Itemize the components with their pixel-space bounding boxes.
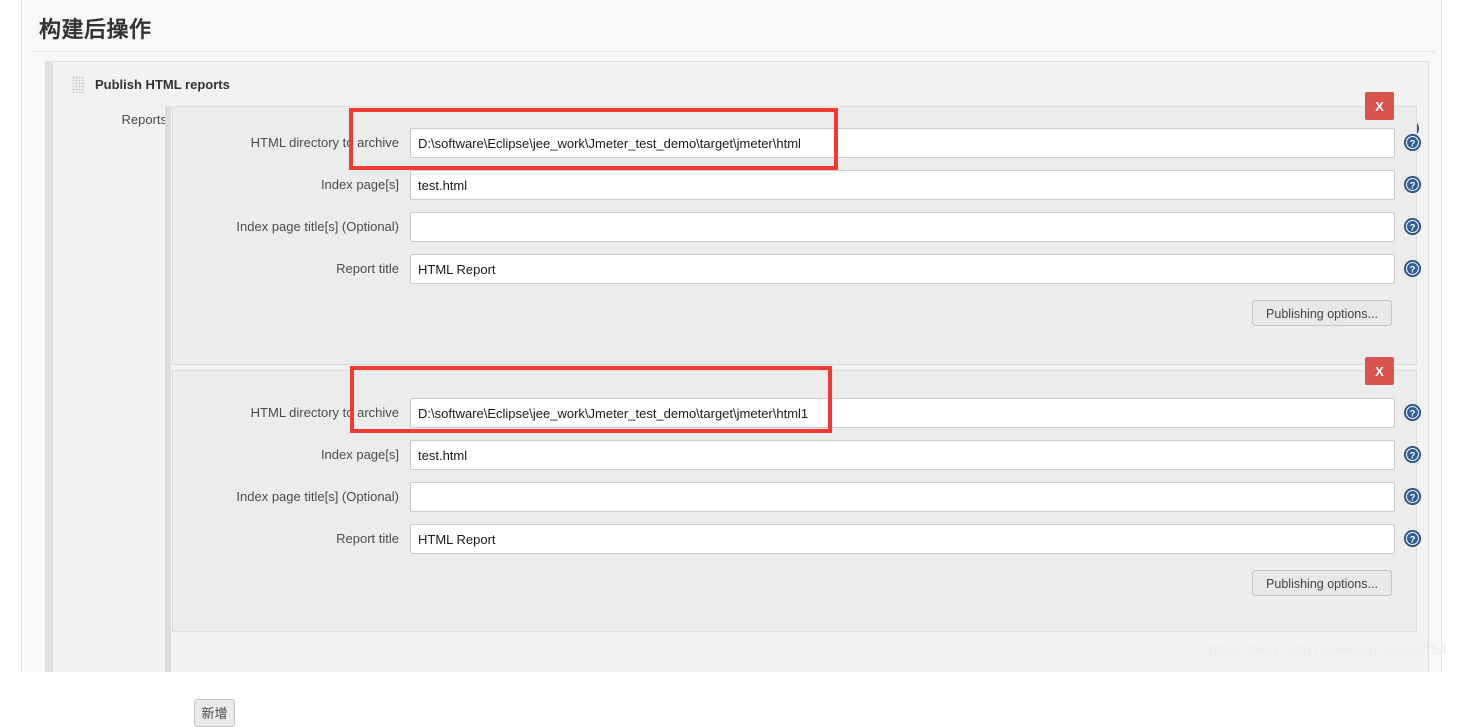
index-pages-input[interactable] bbox=[410, 170, 1395, 200]
row-field bbox=[410, 440, 1395, 470]
help-circle-icon[interactable]: ? bbox=[1404, 446, 1421, 463]
row-report-title: Report title ? bbox=[173, 254, 1421, 286]
row-label-box: Index page[s] bbox=[173, 440, 399, 472]
row-label-box: Report title bbox=[173, 524, 399, 556]
html-directory-label: HTML directory to archive bbox=[250, 135, 399, 150]
reports-section-label: Reports bbox=[121, 112, 167, 127]
row-label-box: HTML directory to archive bbox=[173, 398, 399, 430]
index-page-titles-label: Index page title[s] (Optional) bbox=[236, 489, 399, 504]
svg-text:?: ? bbox=[1410, 450, 1416, 461]
svg-text:?: ? bbox=[1410, 138, 1416, 149]
report-entry: X HTML directory to archive ? bbox=[172, 92, 1421, 365]
report-entries-list: X HTML directory to archive ? bbox=[172, 92, 1423, 637]
publishing-options-button[interactable]: Publishing options... bbox=[1252, 570, 1392, 596]
report-entry: X HTML directory to archive ? bbox=[172, 357, 1421, 632]
row-field bbox=[410, 482, 1395, 512]
report-title-label: Report title bbox=[336, 261, 399, 276]
page-root: 构建后操作 Publish HTML reports X ? Reports bbox=[0, 0, 1467, 727]
row-field bbox=[410, 128, 1395, 158]
index-page-titles-input[interactable] bbox=[410, 482, 1395, 512]
row-index-page-titles: Index page title[s] (Optional) ? bbox=[173, 212, 1421, 244]
block-grip-bar bbox=[46, 62, 53, 672]
row-field bbox=[410, 524, 1395, 554]
title-divider bbox=[31, 51, 1436, 52]
publishing-options-button[interactable]: Publishing options... bbox=[1252, 300, 1392, 326]
svg-text:?: ? bbox=[1410, 492, 1416, 503]
add-report-button[interactable]: 新增 bbox=[194, 699, 235, 727]
row-html-directory: HTML directory to archive ? bbox=[173, 398, 1421, 430]
row-field bbox=[410, 212, 1395, 242]
report-title-label: Report title bbox=[336, 531, 399, 546]
block-title: Publish HTML reports bbox=[95, 77, 230, 92]
row-index-pages: Index page[s] ? bbox=[173, 440, 1421, 472]
remove-entry-button[interactable]: X bbox=[1365, 357, 1394, 385]
svg-text:?: ? bbox=[1410, 408, 1416, 419]
report-title-input[interactable] bbox=[410, 524, 1395, 554]
help-circle-icon[interactable]: ? bbox=[1404, 260, 1421, 277]
svg-text:?: ? bbox=[1410, 180, 1416, 191]
page-title: 构建后操作 bbox=[39, 17, 152, 42]
row-label-box: Index page title[s] (Optional) bbox=[173, 212, 399, 244]
index-pages-label: Index page[s] bbox=[320, 447, 399, 462]
row-field bbox=[410, 398, 1395, 428]
watermark-text: https://blog.csdn.net/weixin_43664254 bbox=[1209, 641, 1448, 657]
publish-html-reports-block: Publish HTML reports X ? Reports X bbox=[45, 61, 1429, 727]
column-divider bbox=[165, 106, 171, 672]
right-gutter bbox=[1441, 0, 1467, 672]
help-circle-icon[interactable]: ? bbox=[1404, 134, 1421, 151]
html-directory-input[interactable] bbox=[410, 128, 1395, 158]
help-circle-icon[interactable]: ? bbox=[1404, 488, 1421, 505]
svg-text:?: ? bbox=[1410, 264, 1416, 275]
row-index-pages: Index page[s] ? bbox=[173, 170, 1421, 202]
index-pages-input[interactable] bbox=[410, 440, 1395, 470]
row-label-box: Report title bbox=[173, 254, 399, 286]
block-header: Publish HTML reports bbox=[72, 76, 230, 93]
help-circle-icon[interactable]: ? bbox=[1404, 218, 1421, 235]
index-page-titles-label: Index page title[s] (Optional) bbox=[236, 219, 399, 234]
report-title-input[interactable] bbox=[410, 254, 1395, 284]
svg-text:?: ? bbox=[1410, 222, 1416, 233]
help-circle-icon[interactable]: ? bbox=[1404, 404, 1421, 421]
index-page-titles-input[interactable] bbox=[410, 212, 1395, 242]
left-gutter bbox=[0, 0, 22, 672]
row-index-page-titles: Index page title[s] (Optional) ? bbox=[173, 482, 1421, 514]
help-circle-icon[interactable]: ? bbox=[1404, 530, 1421, 547]
row-label-box: HTML directory to archive bbox=[173, 128, 399, 160]
row-field bbox=[410, 254, 1395, 284]
drag-grip-icon[interactable] bbox=[72, 76, 85, 93]
svg-text:?: ? bbox=[1410, 534, 1416, 545]
html-directory-label: HTML directory to archive bbox=[250, 405, 399, 420]
row-field bbox=[410, 170, 1395, 200]
html-directory-input[interactable] bbox=[410, 398, 1395, 428]
row-html-directory: HTML directory to archive ? bbox=[173, 128, 1421, 160]
remove-entry-button[interactable]: X bbox=[1365, 92, 1394, 120]
row-label-box: Index page[s] bbox=[173, 170, 399, 202]
row-report-title: Report title ? bbox=[173, 524, 1421, 556]
content-area: 构建后操作 Publish HTML reports X ? Reports bbox=[23, 0, 1447, 727]
index-pages-label: Index page[s] bbox=[320, 177, 399, 192]
row-label-box: Index page title[s] (Optional) bbox=[173, 482, 399, 514]
help-circle-icon[interactable]: ? bbox=[1404, 176, 1421, 193]
